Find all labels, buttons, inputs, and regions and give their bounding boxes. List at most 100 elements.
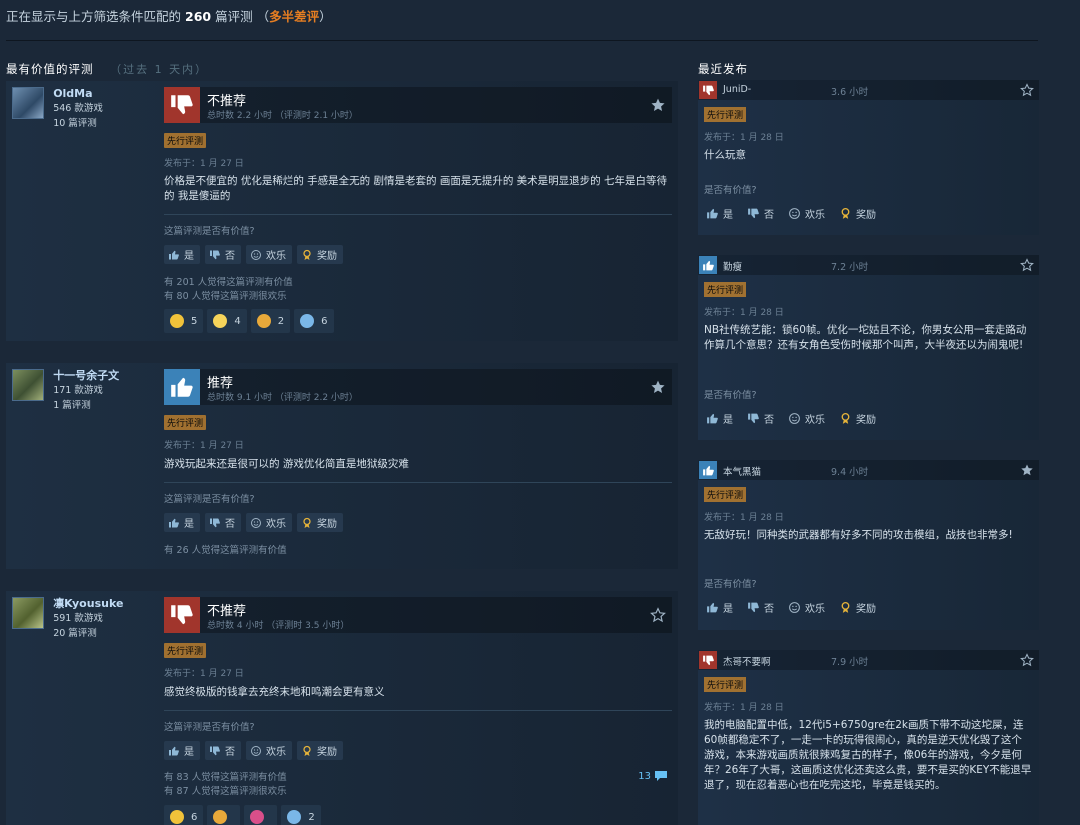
author-games[interactable]: 546 款游戏 xyxy=(53,101,103,116)
author-reviews[interactable]: 20 篇评测 xyxy=(53,626,123,641)
author-name[interactable]: 勤瘦 xyxy=(723,259,742,273)
vote-yes-button[interactable]: 是 xyxy=(706,206,733,221)
posted-date: 发布于：1 月 27 日 xyxy=(164,159,244,169)
award-button[interactable]: 奖励 xyxy=(839,411,876,426)
vote-no-button[interactable]: 否 xyxy=(747,206,774,221)
author-name[interactable]: JuniD- xyxy=(723,84,751,95)
verdict-header[interactable]: 不推荐 总时数 2.2 小时 （评测时 2.1 小时） xyxy=(164,87,672,123)
vote-funny-button[interactable]: 欢乐 xyxy=(246,245,292,264)
vote-funny-button[interactable]: 欢乐 xyxy=(788,411,825,426)
avatar[interactable] xyxy=(12,369,44,401)
recent-review-card: JuniD- 3.6 小时 先行评测 发布于：1 月 28 日 什么玩意 是否有… xyxy=(698,80,1039,235)
award-icon xyxy=(839,601,852,614)
award-item[interactable] xyxy=(244,805,278,825)
filter-suffix: 篇评测 xyxy=(215,9,253,24)
playtime: 3.6 小时 xyxy=(831,87,869,98)
author-games[interactable]: 171 款游戏 xyxy=(53,383,119,398)
vote-counts: 有 26 人觉得这篇评测有价值 xyxy=(164,544,287,558)
early-access-badge: 先行评测 xyxy=(164,643,207,658)
recent-review-card: 本气黑猫 9.4 小时 先行评测 发布于：1 月 28 日 无敌好玩！同种类的武… xyxy=(698,460,1039,630)
review-text: 什么玩意 xyxy=(704,149,746,161)
recent-header[interactable]: 杰哥不要啊 7.9 小时 xyxy=(698,650,1039,670)
star-icon[interactable] xyxy=(650,379,666,395)
recent-header[interactable]: 本气黑猫 9.4 小时 xyxy=(698,460,1039,480)
early-access-badge: 先行评测 xyxy=(704,677,747,692)
vote-yes-button[interactable]: 是 xyxy=(164,741,200,760)
vote-no-button[interactable]: 否 xyxy=(205,245,241,264)
posted-date: 发布于：1 月 27 日 xyxy=(164,441,244,451)
author-name[interactable]: 本气黑猫 xyxy=(723,464,761,478)
award-icon xyxy=(839,207,852,220)
vote-funny-button[interactable]: 欢乐 xyxy=(788,600,825,615)
vote-yes-button[interactable]: 是 xyxy=(164,513,200,532)
avatar[interactable] xyxy=(12,597,44,629)
award-item[interactable]: 2 xyxy=(281,805,321,825)
vote-yes-button[interactable]: 是 xyxy=(706,600,733,615)
verdict-header[interactable]: 推荐 总时数 9.1 小时 （评测时 2.2 小时） xyxy=(164,369,672,405)
divider xyxy=(6,40,1038,41)
thumbs-down-icon xyxy=(699,81,717,99)
posted-date: 发布于：1 月 28 日 xyxy=(704,513,784,523)
author-reviews[interactable]: 10 篇评测 xyxy=(53,116,103,131)
vote-funny-button[interactable]: 欢乐 xyxy=(246,741,292,760)
award-item[interactable]: 6 xyxy=(164,805,204,825)
thumbs-down-icon xyxy=(164,597,200,633)
star-outline-icon[interactable] xyxy=(1020,83,1034,97)
award-item[interactable] xyxy=(207,805,241,825)
author-name[interactable]: 十一号余子文 xyxy=(53,369,119,383)
vote-no-button[interactable]: 否 xyxy=(747,600,774,615)
award-button[interactable]: 奖励 xyxy=(839,600,876,615)
posted-date: 发布于：1 月 28 日 xyxy=(704,308,784,318)
verdict-title: 不推荐 xyxy=(207,604,247,619)
review-text: 我的电脑配置中低，12代i5+6750gre在2k画质下带不动这坨屎，连60帧都… xyxy=(704,719,1032,791)
award-button[interactable]: 奖励 xyxy=(297,513,343,532)
author-name[interactable]: 杰哥不要啊 xyxy=(723,654,771,668)
star-outline-icon[interactable] xyxy=(1020,258,1034,272)
author-name[interactable]: OldMa xyxy=(53,87,103,101)
author-games[interactable]: 591 款游戏 xyxy=(53,611,123,626)
star-icon[interactable] xyxy=(1020,463,1034,477)
verdict-header[interactable]: 不推荐 总时数 4 小时 （评测时 3.5 小时） xyxy=(164,597,672,633)
vote-no-button[interactable]: 否 xyxy=(205,513,241,532)
avatar[interactable] xyxy=(12,87,44,119)
vote-no-button[interactable]: 否 xyxy=(747,411,774,426)
vote-funny-button[interactable]: 欢乐 xyxy=(246,513,292,532)
review-card: 凛Kyousuke 591 款游戏 20 篇评测 不推荐 总时数 4 小时 （评… xyxy=(6,591,678,825)
vote-counts: 有 201 人觉得这篇评测有价值 有 80 人觉得这篇评测很欢乐 xyxy=(164,276,293,304)
filter-prefix: 正在显示与上方筛选条件匹配的 xyxy=(6,9,182,24)
award-button[interactable]: 奖励 xyxy=(297,245,343,264)
award-item[interactable]: 2 xyxy=(250,309,291,333)
vote-yes-button[interactable]: 是 xyxy=(706,411,733,426)
medal-icon xyxy=(256,314,271,328)
helpful-question: 是否有价值? xyxy=(704,185,757,196)
thumbs-up-icon xyxy=(706,601,719,614)
smile-icon xyxy=(788,601,801,614)
star-outline-icon[interactable] xyxy=(650,607,666,623)
thumbs-down-icon xyxy=(209,249,221,261)
author-reviews[interactable]: 1 篇评测 xyxy=(53,398,119,413)
award-item[interactable]: 4 xyxy=(207,309,247,333)
award-item[interactable]: 5 xyxy=(164,309,204,333)
posted-date: 发布于：1 月 28 日 xyxy=(704,703,784,713)
award-button[interactable]: 奖励 xyxy=(839,206,876,221)
comments-link[interactable]: 13 xyxy=(638,770,668,782)
vote-funny-button[interactable]: 欢乐 xyxy=(788,206,825,221)
award-item[interactable]: 6 xyxy=(294,309,334,333)
recent-header[interactable]: JuniD- 3.6 小时 xyxy=(698,80,1039,100)
review-text: 感觉终极版的钱拿去充终末地和鸣潮会更有意义 xyxy=(164,686,385,698)
vote-yes-button[interactable]: 是 xyxy=(164,245,200,264)
author-name[interactable]: 凛Kyousuke xyxy=(53,597,123,611)
thumbs-up-icon xyxy=(168,249,180,261)
smile-icon xyxy=(788,207,801,220)
star-outline-icon[interactable] xyxy=(1020,653,1034,667)
recent-heading: 最近发布 xyxy=(698,62,748,76)
sun-icon xyxy=(213,314,228,328)
star-icon[interactable] xyxy=(650,97,666,113)
vote-no-button[interactable]: 否 xyxy=(205,741,241,760)
thumbs-up-icon xyxy=(699,256,717,274)
vote-counts: 有 83 人觉得这篇评测有价值 有 87 人觉得这篇评测很欢乐 xyxy=(164,771,287,799)
comment-count: 13 xyxy=(638,770,651,782)
recent-header[interactable]: 勤瘦 7.2 小时 xyxy=(698,255,1039,275)
playtime: 总时数 2.2 小时 （评测时 2.1 小时） xyxy=(207,111,358,121)
award-button[interactable]: 奖励 xyxy=(297,741,343,760)
